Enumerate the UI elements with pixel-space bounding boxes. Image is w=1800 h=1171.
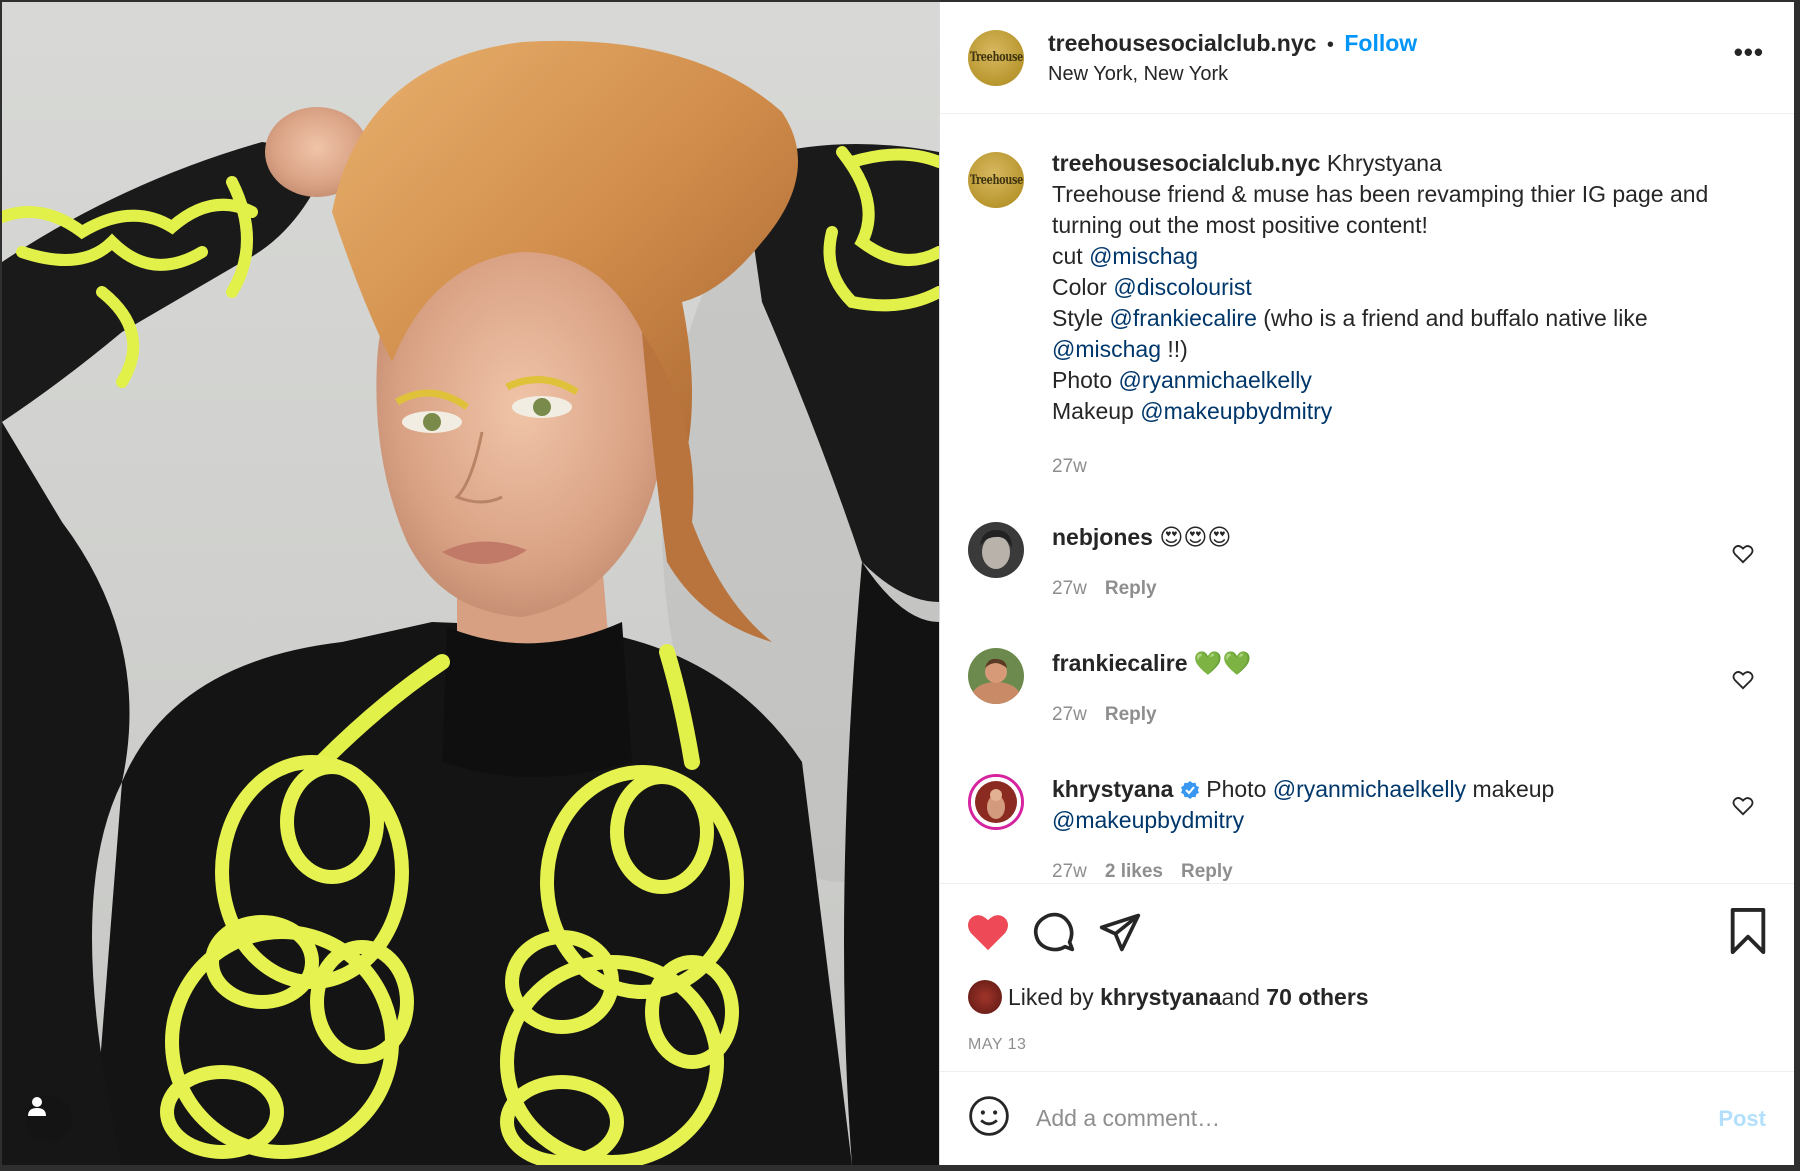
caption-body: treehousesocialclub.nyc Khrystyana Treeh… [1052, 148, 1766, 482]
likes-summary: Liked by khrystyana and 70 others [940, 980, 1794, 1014]
caption-line: Style @frankiecalire (who is a friend an… [1052, 303, 1766, 334]
emoji-icon[interactable] [968, 1095, 1010, 1142]
caption-line: @mischag !!) [1052, 334, 1766, 365]
comment-username[interactable]: nebjones [1052, 524, 1153, 550]
comment-meta: 27w Reply [1052, 573, 1231, 604]
author-username[interactable]: treehousesocialclub.nyc [1048, 30, 1316, 56]
caption-text: (who is a friend and buffalo native like [1256, 305, 1648, 331]
comment-time[interactable]: 27w [1052, 704, 1087, 725]
comment-username[interactable]: khrystyana [1052, 776, 1173, 802]
caption-text: Photo [1052, 367, 1119, 393]
liker-avatar[interactable] [968, 980, 1002, 1014]
caption-meta: 27w [1052, 451, 1766, 482]
comment-text: makeup [1466, 776, 1555, 802]
likes-middle: and [1221, 983, 1260, 1010]
commenter-avatar-story-ring[interactable] [968, 774, 1024, 830]
post-actions-bar [940, 884, 1794, 980]
mention-link[interactable]: @mischag [1089, 243, 1198, 269]
comment-text: Photo [1206, 776, 1273, 802]
more-options-icon[interactable]: ••• [1734, 39, 1764, 65]
add-comment-input[interactable] [1034, 1104, 1719, 1133]
comment-body: khrystyana Photo @ryanmichaelkelly makeu… [1052, 774, 1555, 883]
mention-link[interactable]: @makeupbydmitry [1052, 807, 1244, 833]
like-comment-heart-icon[interactable] [1732, 544, 1754, 569]
comments-list[interactable]: Treehouse treehousesocialclub.nyc Khryst… [940, 114, 1794, 884]
comment-username[interactable]: frankiecalire [1052, 650, 1188, 676]
avatar-logo-text: Treehouse [969, 50, 1023, 65]
post-comment-button[interactable]: Post [1718, 1106, 1766, 1132]
mention-link[interactable]: @ryanmichaelkelly [1119, 367, 1312, 393]
caption: Treehouse treehousesocialclub.nyc Khryst… [968, 148, 1766, 482]
comment-item: nebjones 😍😍😍 27w Reply [968, 522, 1766, 604]
caption-time[interactable]: 27w [1052, 456, 1087, 477]
caption-text: cut [1052, 243, 1090, 269]
separator-dot: • [1326, 33, 1334, 56]
like-comment-heart-icon[interactable] [1732, 796, 1754, 821]
author-avatar[interactable]: Treehouse [968, 29, 1024, 86]
mention-link[interactable]: @frankiecalire [1110, 305, 1257, 331]
author-info: treehousesocialclub.nyc • Follow New Yor… [1048, 30, 1417, 86]
post-location[interactable]: New York, New York [1048, 63, 1417, 86]
comment-item: frankiecalire 💚💚 27w Reply [968, 648, 1766, 730]
avatar-image [971, 777, 1021, 827]
mention-link[interactable]: @ryanmichaelkelly [1273, 776, 1466, 802]
share-send-icon[interactable] [1098, 910, 1142, 954]
caption-line: Treehouse friend & muse has been revampi… [1052, 181, 1709, 238]
caption-line: Khrystyana [1326, 150, 1442, 176]
caption-line: Color @discolourist [1052, 272, 1766, 303]
liked-heart-icon[interactable] [966, 912, 1010, 952]
post-dialog: Treehouse treehousesocialclub.nyc • Foll… [2, 2, 1794, 1165]
likes-others-link[interactable]: 70 others [1266, 984, 1368, 1011]
caption-text: Makeup [1052, 398, 1141, 424]
verified-badge-icon [1180, 781, 1199, 799]
comment-item: khrystyana Photo @ryanmichaelkelly makeu… [968, 774, 1766, 883]
comment-body: frankiecalire 💚💚 27w Reply [1052, 648, 1251, 730]
caption-text: Style [1052, 305, 1110, 331]
post-date[interactable]: MAY 13 [940, 1036, 1794, 1054]
avatar-image [968, 522, 1024, 578]
likes-prefix: Liked by [1008, 983, 1094, 1010]
caption-line: Makeup @makeupbydmitry [1052, 396, 1766, 427]
caption-text: !!) [1161, 336, 1188, 362]
caption-line: Photo @ryanmichaelkelly [1052, 365, 1766, 396]
mention-link[interactable]: @mischag [1052, 336, 1161, 362]
like-comment-heart-icon[interactable] [1732, 670, 1754, 695]
commenter-avatar[interactable] [968, 522, 1024, 578]
reply-button[interactable]: Reply [1105, 578, 1157, 599]
liker-username[interactable]: khrystyana [1100, 984, 1221, 1011]
mention-link[interactable]: @discolourist [1113, 274, 1251, 300]
post-side-panel: Treehouse treehousesocialclub.nyc • Foll… [939, 2, 1794, 1165]
photo-illustration [2, 40, 939, 1165]
reply-button[interactable]: Reply [1181, 861, 1233, 882]
post-photo[interactable] [2, 2, 939, 1165]
bookmark-icon[interactable] [1728, 908, 1768, 959]
comment-text: 💚💚 [1193, 650, 1252, 676]
caption-author-avatar[interactable]: Treehouse [968, 152, 1024, 208]
comment-body: nebjones 😍😍😍 27w Reply [1052, 522, 1231, 604]
tagged-users-button[interactable] [26, 1095, 72, 1141]
mention-link[interactable]: @makeupbydmitry [1140, 398, 1332, 424]
user-icon [28, 1097, 46, 1116]
caption-username[interactable]: treehousesocialclub.nyc [1052, 150, 1320, 176]
follow-button[interactable]: Follow [1344, 30, 1417, 56]
post-header: Treehouse treehousesocialclub.nyc • Foll… [940, 2, 1794, 114]
comment-time[interactable]: 27w [1052, 861, 1087, 882]
comment-icon[interactable] [1032, 910, 1076, 954]
caption-text: Color [1052, 274, 1114, 300]
commenter-avatar[interactable] [968, 648, 1024, 704]
reply-button[interactable]: Reply [1105, 704, 1157, 725]
add-comment-bar: Post [940, 1071, 1794, 1165]
comment-meta: 27w Reply [1052, 699, 1251, 730]
avatar-image [968, 648, 1024, 704]
avatar-logo-text: Treehouse [969, 172, 1023, 188]
comment-time[interactable]: 27w [1052, 578, 1087, 599]
comment-text: 😍😍😍 [1159, 524, 1232, 550]
caption-line: cut @mischag [1052, 241, 1766, 272]
comment-likes-count[interactable]: 2 likes [1105, 861, 1163, 882]
comment-meta: 27w 2 likes Reply [1052, 856, 1554, 883]
